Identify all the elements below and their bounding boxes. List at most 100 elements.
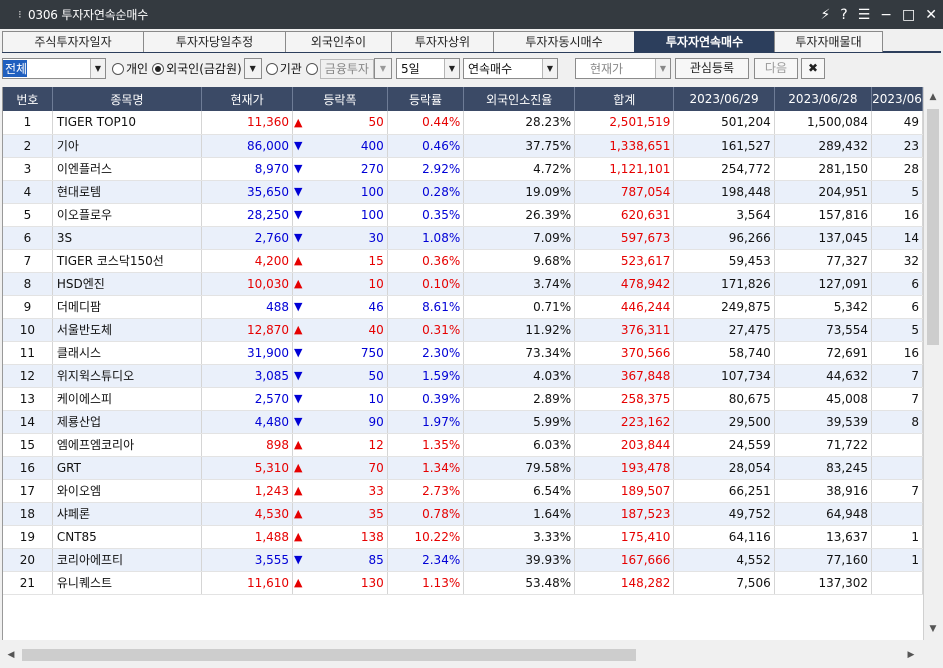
cell-price: 35,650 — [201, 180, 294, 204]
cell-total: 446,244 — [574, 295, 675, 319]
scroll-left-icon[interactable]: ◀ — [2, 646, 20, 664]
close-window-icon[interactable]: ✕ — [925, 7, 937, 23]
price-select-label: 현재가 — [589, 62, 624, 76]
table-row[interactable]: 3 이엔플러스 8,970 ▼ 270 2.92% 4.72% 1,121,101 254,77… — [3, 157, 923, 181]
col-header-change[interactable]: 등락폭 — [292, 87, 388, 111]
radio-circle-icon[interactable] — [265, 62, 278, 75]
price-select[interactable]: 현재가 ▼ — [574, 58, 671, 79]
table-row[interactable]: 2 기아 86,000 ▼ 400 0.46% 37.75% 1,338,651 161,527… — [3, 134, 923, 158]
table-row[interactable]: 15 엠에프엠코리아 898 ▲ 12 1.35% 6.03% 203,844 24,559 71… — [3, 433, 923, 457]
tab-investor-intraday-estimate[interactable]: 투자자당일추정 — [143, 31, 286, 52]
table-row[interactable]: 6 3S 2,760 ▼ 30 1.08% 7.09% 597,673 96,266 137,04… — [3, 226, 923, 250]
chevron-down-icon[interactable]: ▼ — [374, 59, 391, 78]
arrow-up-icon: ▲ — [292, 318, 307, 342]
table-row[interactable]: 11 클래시스 31,900 ▼ 750 2.30% 73.34% 370,566 58,740… — [3, 341, 923, 365]
market-select[interactable]: 전체 ▼ — [2, 58, 106, 79]
cell-rate: 2.92% — [387, 157, 465, 181]
col-header-name[interactable]: 종목명 — [52, 87, 203, 111]
chevron-down-icon[interactable]: ▼ — [654, 59, 670, 78]
scroll-up-icon[interactable]: ▲ — [924, 89, 942, 106]
horizontal-scrollbar[interactable]: ◀ ▶ — [2, 646, 920, 664]
arrow-up-icon: ▲ — [292, 456, 307, 480]
cell-date-1: 254,772 — [673, 157, 775, 181]
table-row[interactable]: 10 서울반도체 12,870 ▲ 40 0.31% 11.92% 376,311 27,475… — [3, 318, 923, 342]
help-icon[interactable]: ? — [840, 7, 847, 23]
tab-investor-top[interactable]: 투자자상위 — [391, 31, 494, 52]
col-header-foreign-ratio[interactable]: 외국인소진율 — [463, 87, 576, 111]
tab-investor-consecutive-buy[interactable]: 투자자연속매수 — [634, 31, 775, 52]
period-select[interactable]: 5일 ▼ — [395, 58, 460, 79]
finance-type-select[interactable]: ▼ — [373, 58, 392, 79]
results-table: 번호 종목명 현재가 등락폭 등락률 외국인소진율 합계 2023/06/29 … — [3, 87, 923, 595]
tab-investor-supply-zone[interactable]: 투자자매물대 — [774, 31, 883, 52]
close-panel-icon[interactable]: ✖ — [800, 58, 825, 79]
cell-change: 50 — [306, 364, 388, 388]
minimize-icon[interactable]: − — [880, 7, 892, 23]
cell-date-3: 7 — [871, 364, 923, 388]
cell-change: 270 — [306, 157, 388, 181]
table-row[interactable]: 8 HSD엔진 10,030 ▲ 10 0.10% 3.74% 478,942 171,826 1… — [3, 272, 923, 296]
cell-date-2: 44,632 — [774, 364, 873, 388]
cell-change: 100 — [306, 203, 388, 227]
scroll-down-icon[interactable]: ▼ — [924, 621, 942, 638]
vertical-scrollbar[interactable]: ▲ ▼ — [923, 87, 941, 640]
cell-total: 1,338,651 — [574, 134, 675, 158]
cell-foreign-ratio: 28.23% — [463, 111, 576, 135]
table-row[interactable]: 21 유니퀘스트 11,610 ▲ 130 1.13% 53.48% 148,282 7,506… — [3, 571, 923, 595]
tab-stock-investor-daily[interactable]: 주식투자자일자 — [2, 31, 144, 52]
radio-foreign[interactable]: 외국인(금감원) — [148, 58, 242, 79]
cell-change: 70 — [306, 456, 388, 480]
radio-circle-icon[interactable] — [112, 62, 124, 75]
col-header-price[interactable]: 현재가 — [201, 87, 294, 111]
table-row[interactable]: 19 CNT85 1,488 ▲ 138 10.22% 3.33% 175,410 64,116… — [3, 525, 923, 549]
next-button[interactable]: 다음 — [753, 58, 798, 79]
table-row[interactable]: 20 코리아에프티 3,555 ▼ 85 2.34% 39.93% 167,666 4,552 7… — [3, 548, 923, 572]
table-row[interactable]: 4 현대로템 35,650 ▼ 100 0.28% 19.09% 787,054 198,448… — [3, 180, 923, 204]
cell-price: 4,480 — [201, 410, 294, 434]
col-header-date-3[interactable]: 2023/06 — [871, 87, 923, 111]
col-header-no[interactable]: 번호 — [3, 87, 53, 111]
table-row[interactable]: 18 샤페론 4,530 ▲ 35 0.78% 1.64% 187,523 49,752 64,9… — [3, 502, 923, 526]
pin-icon[interactable]: ⚡ — [820, 7, 830, 23]
cell-name: 더메디팜 — [52, 295, 203, 319]
table-row[interactable]: 1 TIGER TOP10 11,360 ▲ 50 0.44% 28.23% 2,501,51… — [3, 111, 923, 135]
cell-name: GRT — [52, 456, 203, 480]
table-row[interactable]: 14 제룡산업 4,480 ▼ 90 1.97% 5.99% 223,162 29,500 39,… — [3, 410, 923, 434]
col-header-total[interactable]: 합계 — [574, 87, 675, 111]
chevron-down-icon[interactable]: ▼ — [90, 59, 105, 78]
radio-finance[interactable]: 금융투자 — [302, 58, 374, 79]
table-row[interactable]: 9 더메디팜 488 ▼ 46 8.61% 0.71% 446,244 249,875 5,342… — [3, 295, 923, 319]
cell-change: 40 — [306, 318, 388, 342]
scroll-thumb-horizontal[interactable] — [22, 649, 636, 661]
col-header-rate[interactable]: 등락률 — [387, 87, 465, 111]
radio-finance-label: 금융투자 — [319, 58, 374, 79]
scroll-thumb[interactable] — [927, 109, 939, 345]
menu-icon[interactable]: ☰ — [858, 7, 871, 23]
radio-institution[interactable]: 기관 — [262, 58, 302, 79]
table-row[interactable]: 12 위지윅스튜디오 3,085 ▼ 50 1.59% 4.03% 367,848 107,73… — [3, 364, 923, 388]
cell-change: 33 — [306, 479, 388, 503]
tab-foreign-trend[interactable]: 외국인추이 — [285, 31, 392, 52]
scroll-right-icon[interactable]: ▶ — [902, 646, 920, 664]
col-header-date-1[interactable]: 2023/06/29 — [673, 87, 775, 111]
chevron-down-icon[interactable]: ▼ — [443, 59, 459, 78]
radio-individual[interactable]: 개인 — [108, 58, 148, 79]
table-row[interactable]: 7 TIGER 코스닥150선 4,200 ▲ 15 0.36% 9.68% 523,617 5… — [3, 249, 923, 273]
radio-selected-icon[interactable] — [152, 62, 165, 75]
table-row[interactable]: 13 케이에스피 2,570 ▼ 10 0.39% 2.89% 258,375 80,675 45… — [3, 387, 923, 411]
radio-circle-icon[interactable] — [305, 62, 318, 75]
chevron-down-icon[interactable]: ▼ — [541, 59, 557, 78]
foreign-type-select[interactable]: ▼ — [243, 58, 262, 79]
mode-select[interactable]: 연속매수 ▼ — [462, 58, 558, 79]
chevron-down-icon[interactable]: ▼ — [244, 59, 261, 78]
table-row[interactable]: 5 이오플로우 28,250 ▼ 100 0.35% 26.39% 620,631 3,564 1… — [3, 203, 923, 227]
table-row[interactable]: 17 와이오엠 1,243 ▲ 33 2.73% 6.54% 189,507 66,251 38,… — [3, 479, 923, 503]
maximize-icon[interactable]: □ — [902, 7, 915, 23]
cell-total: 189,507 — [574, 479, 675, 503]
tab-investor-simultaneous-buy[interactable]: 투자자동시매수 — [493, 31, 635, 52]
table-row[interactable]: 16 GRT 5,310 ▲ 70 1.34% 79.58% 193,478 28,054 83,… — [3, 456, 923, 480]
add-watchlist-button[interactable]: 관심등록 — [674, 58, 749, 79]
cell-name: 엠에프엠코리아 — [52, 433, 203, 457]
col-header-date-2[interactable]: 2023/06/28 — [774, 87, 873, 111]
arrow-down-icon: ▼ — [292, 203, 307, 227]
